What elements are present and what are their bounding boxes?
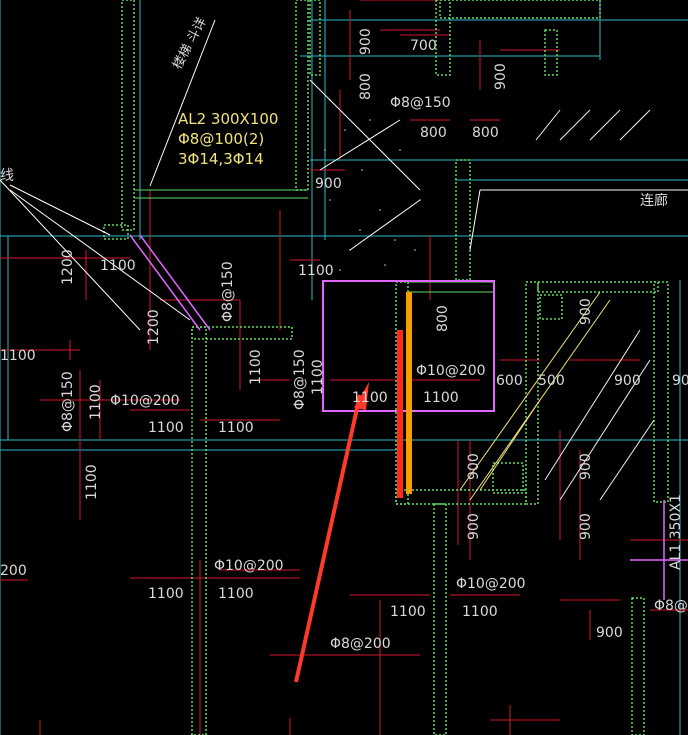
red-highlight-bar[interactable] xyxy=(397,330,403,498)
dim-1200-b: 1200 xyxy=(146,309,162,345)
dim-900-c: 900 xyxy=(315,176,342,192)
dim-1100-c: 1100 xyxy=(88,384,104,420)
rebar-a: Φ10@200 xyxy=(110,393,180,409)
dim-200-edge: 200 xyxy=(0,563,27,579)
dim-900-r1: 900 xyxy=(578,298,594,325)
dim-900-r5: 900 xyxy=(578,453,594,480)
dim-1100-g: 1100 xyxy=(248,349,264,385)
dim-800-top2: 800 xyxy=(472,125,499,141)
cad-drawing-canvas[interactable]: AL2 300X100 Φ8@100(2) 3Φ14,3Φ14 楼梯 斗详 连廊… xyxy=(0,0,688,735)
dim-900-r3: 900 xyxy=(672,373,688,389)
rebar-f: Φ8@ xyxy=(654,598,688,614)
beam-name-label: AL2 300X100 xyxy=(178,110,278,128)
dim-600: 600 xyxy=(496,373,523,389)
dim-900-top-right: 900 xyxy=(493,63,509,90)
dim-1100-top: 1100 xyxy=(298,263,334,279)
dim-1100-e: 1100 xyxy=(218,420,254,436)
rebar-d: Φ10@200 xyxy=(456,576,526,592)
dim-1100-h: 1100 xyxy=(310,359,326,395)
dim-1100-i: 1100 xyxy=(352,390,388,406)
corridor-label: 连廊 xyxy=(640,192,668,209)
beam-bars-label: 3Φ14,3Φ14 xyxy=(178,150,264,168)
background xyxy=(0,0,688,735)
dim-800-left: 800 xyxy=(358,73,374,100)
orange-highlight-bar[interactable] xyxy=(406,292,412,494)
rebar-c: Φ10@200 xyxy=(214,558,284,574)
dim-700: 700 xyxy=(410,38,437,54)
dim-500: 500 xyxy=(538,373,565,389)
dim-1100-l: 1100 xyxy=(218,586,254,602)
rebar-v3: Φ8@150 xyxy=(292,349,308,410)
dim-800-box: 800 xyxy=(435,305,451,332)
rebar-v2: Φ8@150 xyxy=(60,371,76,432)
rebar-e: Φ8@200 xyxy=(330,636,391,652)
dim-800-top: 800 xyxy=(420,125,447,141)
dim-1100-a: 1100 xyxy=(100,258,136,274)
dim-900-r2: 900 xyxy=(614,373,641,389)
rebar-v1: Φ8@150 xyxy=(220,261,236,322)
rebar-top: Φ8@150 xyxy=(390,95,451,111)
al1-label: AL1 350X1 xyxy=(668,494,684,570)
rebar-b: Φ10@200 xyxy=(416,363,486,379)
dim-1100-d: 1100 xyxy=(148,420,184,436)
dim-1100-b: 1100 xyxy=(0,348,36,364)
dim-1100-j: 1100 xyxy=(423,390,459,406)
dim-1100-n: 1100 xyxy=(462,604,498,620)
left-edge-label: 线 xyxy=(0,168,14,184)
beam-stirrup-label: Φ8@100(2) xyxy=(178,130,264,148)
dim-1200-a: 1200 xyxy=(60,249,76,285)
dim-1100-m: 1100 xyxy=(390,604,426,620)
dim-900-r4: 900 xyxy=(466,453,482,480)
dim-900-b1: 900 xyxy=(466,513,482,540)
dim-1100-k: 1100 xyxy=(148,586,184,602)
dim-900-b3: 900 xyxy=(596,625,623,641)
dim-1100-f: 1100 xyxy=(84,464,100,500)
dim-900-b2: 900 xyxy=(578,513,594,540)
dim-900-top: 900 xyxy=(358,28,374,55)
